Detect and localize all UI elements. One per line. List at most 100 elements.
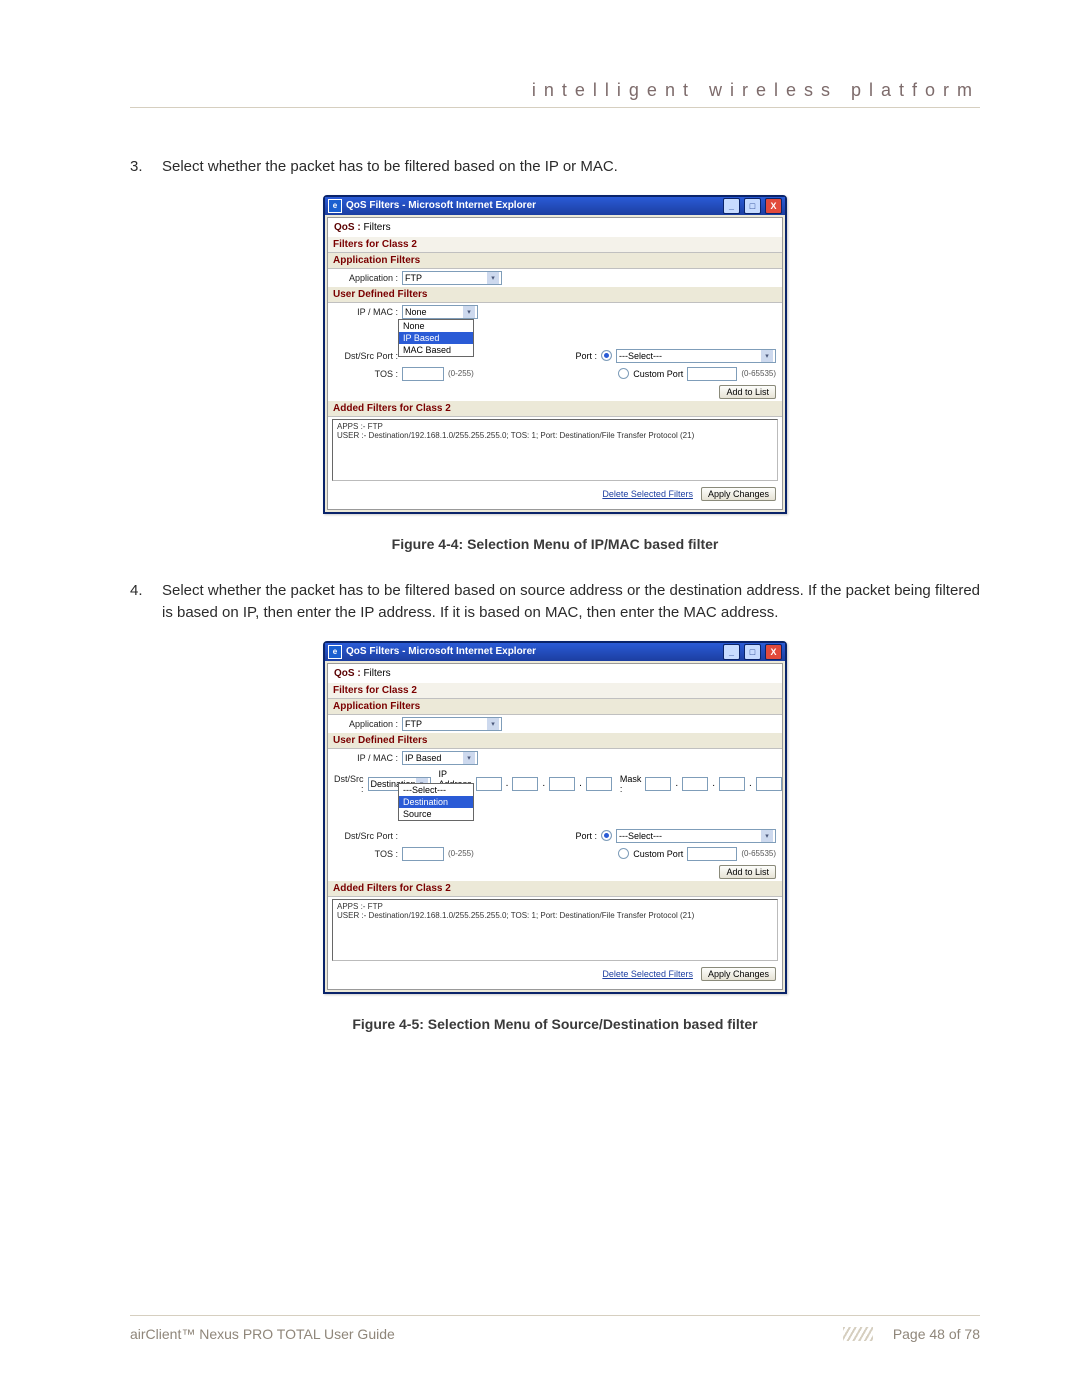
- mask-octet-1[interactable]: [645, 777, 671, 791]
- page-header: intelligent wireless platform: [130, 80, 980, 108]
- figure-4-5-dialog: e QoS Filters - Microsoft Internet Explo…: [323, 641, 787, 994]
- step-3: 3. Select whether the packet has to be f…: [130, 156, 980, 179]
- chevron-down-icon: ▾: [761, 350, 773, 362]
- ip-octet-1[interactable]: [476, 777, 502, 791]
- ipmac-option-none[interactable]: None: [399, 320, 473, 332]
- added-line-user: USER :- Destination/192.168.1.0/255.255.…: [337, 431, 773, 440]
- maximize-icon[interactable]: □: [744, 198, 761, 214]
- footer-product: airClient™ Nexus PRO TOTAL User Guide: [130, 1326, 395, 1342]
- ipmac-label: IP / MAC :: [334, 753, 398, 763]
- chevron-down-icon: ▾: [487, 272, 499, 284]
- custom-port-input[interactable]: [687, 367, 737, 381]
- port-select-radio[interactable]: [601, 830, 612, 841]
- ipmac-option-ip[interactable]: IP Based: [399, 332, 473, 344]
- custom-port-label: Custom Port: [633, 369, 683, 379]
- step-4-number: 4.: [130, 580, 146, 625]
- port-hint: (0-65535): [741, 849, 776, 858]
- titlebar: e QoS Filters - Microsoft Internet Explo…: [325, 197, 785, 215]
- dstsrcport-label: Dst/Src Port :: [334, 831, 398, 841]
- custom-port-radio[interactable]: [618, 368, 629, 379]
- apply-changes-button[interactable]: Apply Changes: [701, 487, 776, 501]
- ie-logo-icon: e: [328, 199, 342, 213]
- minimize-icon[interactable]: _: [723, 198, 740, 214]
- custom-port-input[interactable]: [687, 847, 737, 861]
- port-select[interactable]: ---Select---▾: [616, 829, 776, 843]
- add-to-list-button[interactable]: Add to List: [719, 865, 776, 879]
- ip-octet-3[interactable]: [549, 777, 575, 791]
- tos-hint: (0-255): [448, 369, 474, 378]
- ip-octet-4[interactable]: [586, 777, 612, 791]
- window-title: QoS Filters - Microsoft Internet Explore…: [346, 646, 719, 657]
- ip-octet-2[interactable]: [512, 777, 538, 791]
- mask-label: Mask :: [620, 774, 642, 794]
- chevron-down-icon: ▾: [463, 306, 475, 318]
- tos-label: TOS :: [334, 849, 398, 859]
- added-line-apps: APPS :- FTP: [337, 422, 773, 431]
- added-filters-box[interactable]: APPS :- FTP USER :- Destination/192.168.…: [332, 899, 778, 961]
- port-select-radio[interactable]: [601, 350, 612, 361]
- minimize-icon[interactable]: _: [723, 644, 740, 660]
- added-filters-box[interactable]: APPS :- FTP USER :- Destination/192.168.…: [332, 419, 778, 481]
- application-filters-head: Application Filters: [328, 253, 782, 269]
- page-footer: airClient™ Nexus PRO TOTAL User Guide Pa…: [130, 1315, 980, 1342]
- step-4-text: Select whether the packet has to be filt…: [162, 580, 980, 625]
- filters-for-class-head: Filters for Class 2: [328, 237, 782, 253]
- ie-logo-icon: e: [328, 645, 342, 659]
- titlebar: e QoS Filters - Microsoft Internet Explo…: [325, 643, 785, 661]
- footer-ornament-icon: [843, 1327, 873, 1341]
- added-line-apps: APPS :- FTP: [337, 902, 773, 911]
- close-icon[interactable]: X: [765, 198, 782, 214]
- application-select[interactable]: FTP▾: [402, 271, 502, 285]
- figure-4-5-caption: Figure 4-5: Selection Menu of Source/Des…: [130, 1016, 980, 1032]
- mask-octet-4[interactable]: [756, 777, 782, 791]
- port-select[interactable]: ---Select---▾: [616, 349, 776, 363]
- port-label: Port :: [575, 351, 597, 361]
- tos-input[interactable]: [402, 367, 444, 381]
- window-title: QoS Filters - Microsoft Internet Explore…: [346, 200, 719, 211]
- step-4: 4. Select whether the packet has to be f…: [130, 580, 980, 625]
- user-defined-filters-head: User Defined Filters: [328, 733, 782, 749]
- mask-octet-2[interactable]: [682, 777, 708, 791]
- qos-title: QoS : Filters: [328, 664, 782, 683]
- dstsrc-dropdown-list[interactable]: ---Select--- Destination Source: [398, 783, 474, 821]
- ipmac-option-mac[interactable]: MAC Based: [399, 344, 473, 356]
- chevron-down-icon: ▾: [761, 830, 773, 842]
- tos-hint: (0-255): [448, 849, 474, 858]
- dstsrc-option-destination[interactable]: Destination: [399, 796, 473, 808]
- tos-input[interactable]: [402, 847, 444, 861]
- delete-selected-filters-link[interactable]: Delete Selected Filters: [602, 969, 693, 979]
- figure-4-4-dialog: e QoS Filters - Microsoft Internet Explo…: [323, 195, 787, 514]
- step-3-text: Select whether the packet has to be filt…: [162, 156, 618, 179]
- dstsrc-label: Dst/Src :: [334, 774, 364, 794]
- dstsrcport-label: Dst/Src Port :: [334, 351, 398, 361]
- custom-port-radio[interactable]: [618, 848, 629, 859]
- mask-octet-3[interactable]: [719, 777, 745, 791]
- added-line-user: USER :- Destination/192.168.1.0/255.255.…: [337, 911, 773, 920]
- tos-label: TOS :: [334, 369, 398, 379]
- added-filters-head: Added Filters for Class 2: [328, 881, 782, 897]
- ipmac-dropdown-list[interactable]: None IP Based MAC Based: [398, 319, 474, 357]
- port-label: Port :: [575, 831, 597, 841]
- close-icon[interactable]: X: [765, 644, 782, 660]
- ipmac-select[interactable]: None▾: [402, 305, 478, 319]
- chevron-down-icon: ▾: [463, 752, 475, 764]
- port-hint: (0-65535): [741, 369, 776, 378]
- maximize-icon[interactable]: □: [744, 644, 761, 660]
- application-select[interactable]: FTP▾: [402, 717, 502, 731]
- ipmac-select[interactable]: IP Based▾: [402, 751, 478, 765]
- application-filters-head: Application Filters: [328, 699, 782, 715]
- apply-changes-button[interactable]: Apply Changes: [701, 967, 776, 981]
- delete-selected-filters-link[interactable]: Delete Selected Filters: [602, 489, 693, 499]
- application-label: Application :: [334, 273, 398, 283]
- dstsrc-option-source[interactable]: Source: [399, 808, 473, 820]
- ipmac-label: IP / MAC :: [334, 307, 398, 317]
- chevron-down-icon: ▾: [487, 718, 499, 730]
- step-3-number: 3.: [130, 156, 146, 179]
- filters-for-class-head: Filters for Class 2: [328, 683, 782, 699]
- figure-4-4-caption: Figure 4-4: Selection Menu of IP/MAC bas…: [130, 536, 980, 552]
- dstsrc-option-select[interactable]: ---Select---: [399, 784, 473, 796]
- add-to-list-button[interactable]: Add to List: [719, 385, 776, 399]
- application-label: Application :: [334, 719, 398, 729]
- qos-title: QoS : Filters: [328, 218, 782, 237]
- user-defined-filters-head: User Defined Filters: [328, 287, 782, 303]
